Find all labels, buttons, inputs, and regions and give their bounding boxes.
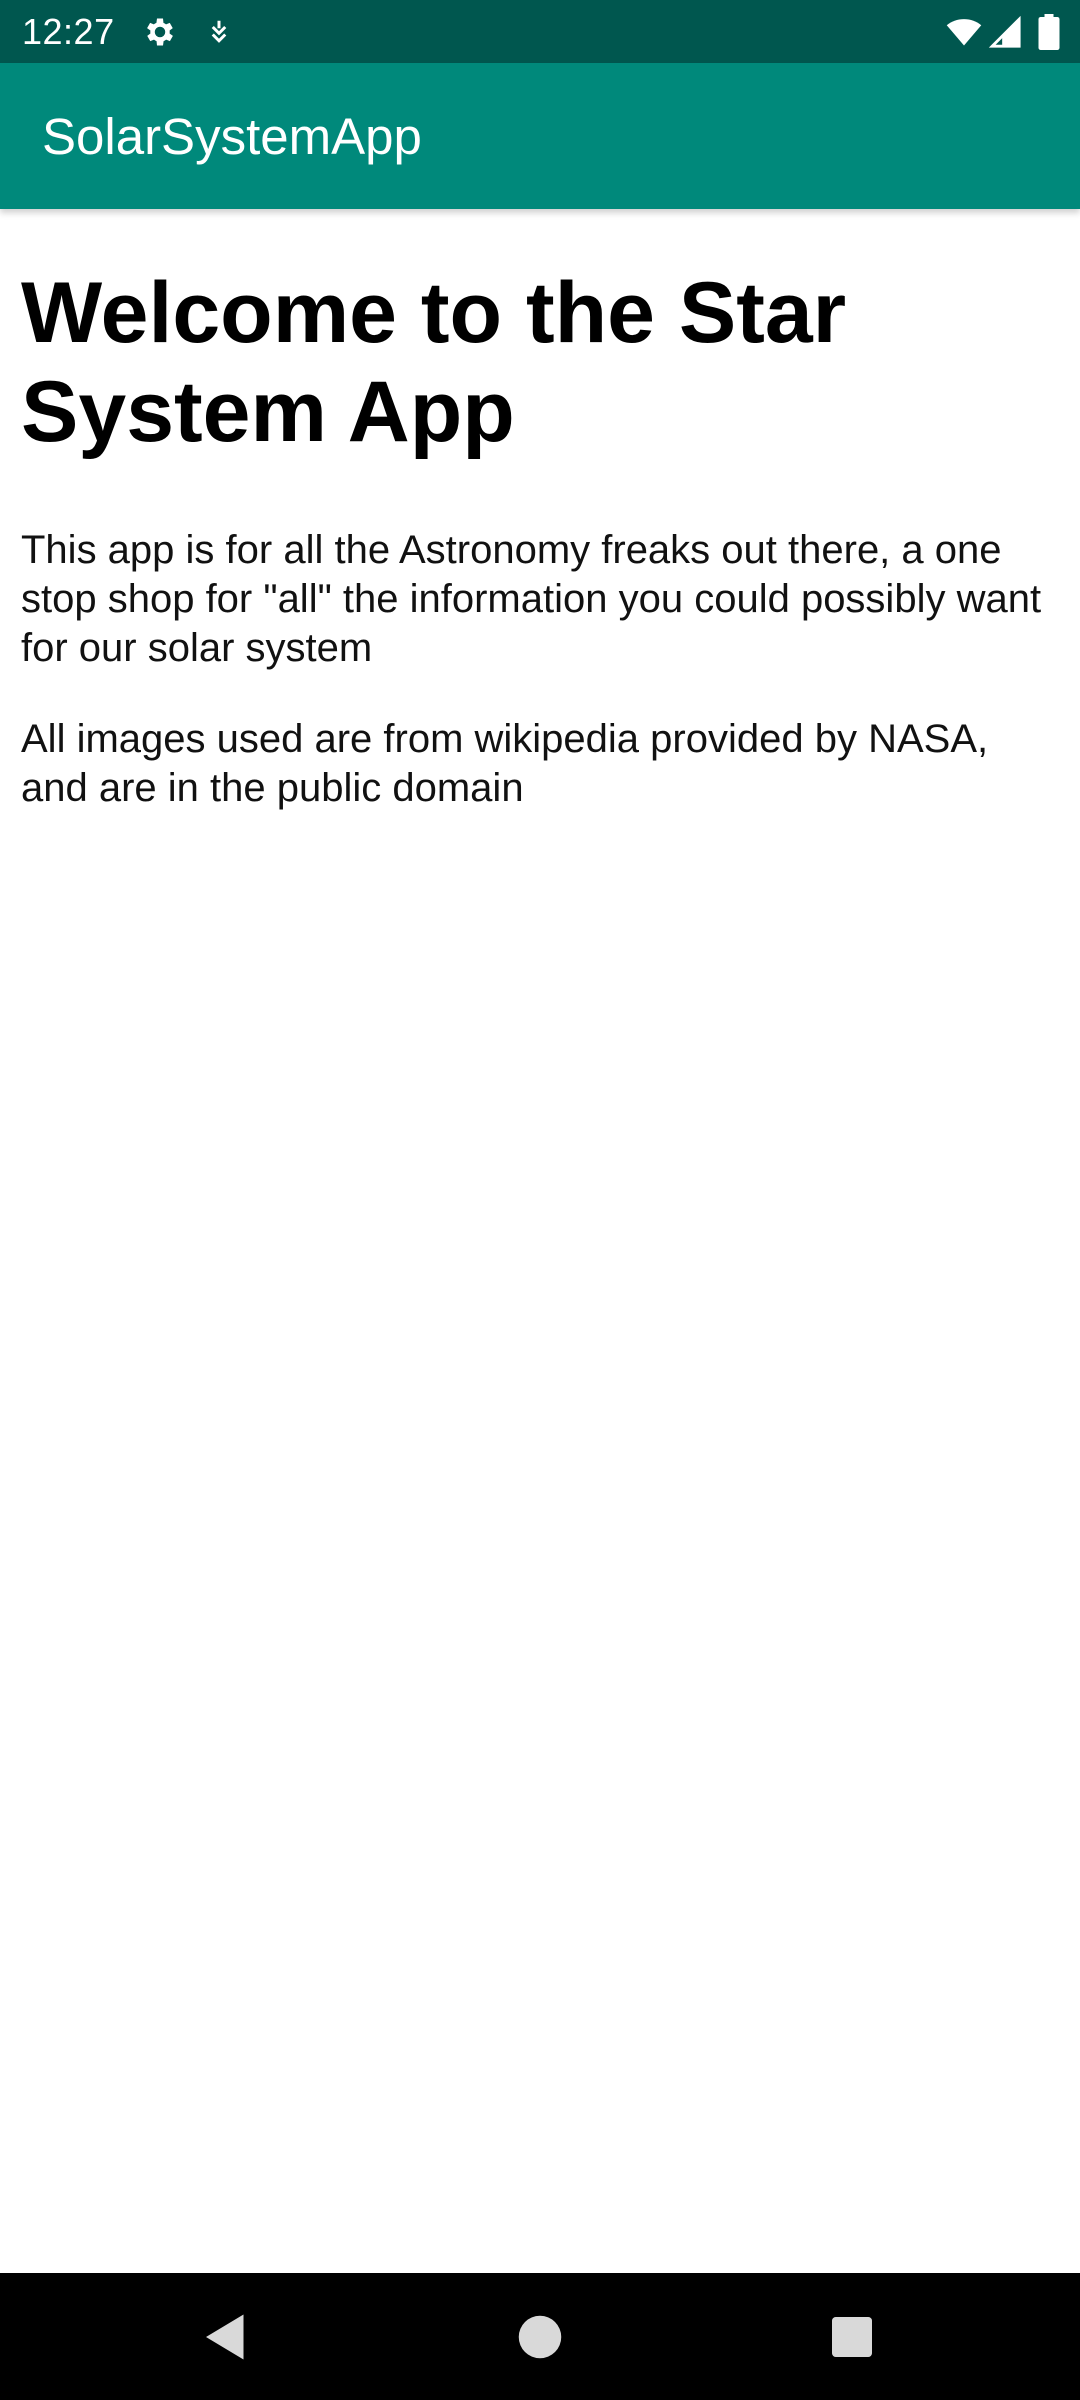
download-icon	[204, 14, 234, 50]
image-attribution: All images used are from wikipedia provi…	[21, 717, 989, 810]
status-time: 12:27	[22, 11, 115, 52]
home-icon	[518, 2315, 562, 2359]
app-bar: SolarSystemApp	[0, 63, 1080, 209]
battery-icon	[1036, 14, 1062, 50]
screen: 12:27 SolarSystemApp Welcome to the Star…	[0, 0, 1080, 2400]
main-content: Welcome to the Star System App This app …	[21, 264, 1061, 813]
recents-icon	[832, 2317, 872, 2357]
recents-button[interactable]	[822, 2307, 882, 2367]
signal-icon	[988, 14, 1022, 50]
navigation-bar	[0, 2273, 1080, 2400]
gear-icon	[142, 14, 178, 50]
back-button[interactable]	[196, 2307, 256, 2367]
welcome-heading: Welcome to the Star System App	[21, 265, 847, 460]
wifi-icon	[944, 14, 984, 50]
app-title: SolarSystemApp	[42, 108, 422, 165]
home-button[interactable]	[510, 2307, 570, 2367]
status-bar: 12:27	[0, 0, 1080, 63]
app-description: This app is for all the Astronomy freaks…	[21, 528, 1042, 670]
back-icon	[206, 2314, 244, 2360]
